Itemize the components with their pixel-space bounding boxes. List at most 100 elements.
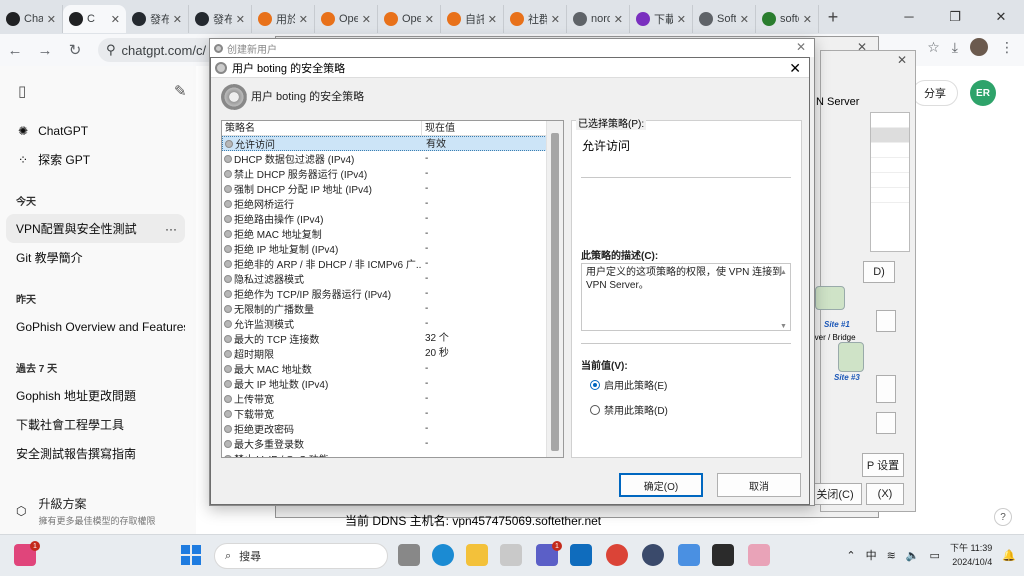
tab-close-icon[interactable]: ✕ xyxy=(111,13,120,26)
terminal-icon[interactable] xyxy=(712,544,734,566)
ok-button[interactable]: 确定(O) xyxy=(619,473,703,497)
policy-row[interactable]: 上传带宽 - xyxy=(222,391,563,406)
profile-avatar[interactable] xyxy=(970,38,988,56)
tab-close-icon[interactable]: ✕ xyxy=(236,13,245,26)
scrollbar-thumb[interactable] xyxy=(551,133,559,451)
policy-row[interactable]: 允许访问 有效 xyxy=(222,136,563,151)
minimize-icon[interactable]: ─ xyxy=(886,0,932,34)
policy-row[interactable]: 超时期限 20 秒 xyxy=(222,346,563,361)
store-icon[interactable] xyxy=(500,544,522,566)
browser-tab[interactable]: SoftE ✕ xyxy=(693,5,756,33)
browser-tab[interactable]: nordv ✕ xyxy=(567,5,630,33)
chat-history-item[interactable]: Gophish 地址更改問題 xyxy=(0,381,185,410)
site-info-icon[interactable]: ⚲ xyxy=(106,42,116,58)
browser-tab[interactable]: C ✕ xyxy=(63,5,126,33)
close-icon[interactable]: ✕ xyxy=(789,60,801,77)
tab-close-icon[interactable]: ✕ xyxy=(173,13,182,26)
cancel-button[interactable]: 取消 xyxy=(717,473,801,497)
sidebar-item-chatgpt[interactable]: ✺ ChatGPT xyxy=(0,116,196,145)
policy-row[interactable]: 禁止 VoIP / QoS 功能 - xyxy=(222,451,563,457)
policy-row[interactable]: 强制 DHCP 分配 IP 地址 (IPv4) - xyxy=(222,181,563,196)
upgrade-plan-button[interactable]: ⬡ 升級方案 擁有更多最佳模型的存取權限 xyxy=(0,488,196,534)
bg-button[interactable] xyxy=(876,412,896,434)
tab-close-icon[interactable]: ✕ xyxy=(47,13,56,26)
browser-tab[interactable]: Open ✕ xyxy=(378,5,441,33)
policy-row[interactable]: 最大 MAC 地址数 - xyxy=(222,361,563,376)
bg-button[interactable] xyxy=(876,375,896,403)
download-icon[interactable]: ⤓ xyxy=(952,39,958,56)
close-icon[interactable]: ✕ xyxy=(897,53,907,67)
tab-close-icon[interactable]: ✕ xyxy=(362,13,371,26)
policy-row[interactable]: 最大 IP 地址数 (IPv4) - xyxy=(222,376,563,391)
menu-icon[interactable]: ⋮ xyxy=(1000,39,1014,56)
policy-row[interactable]: 拒绝网桥运行 - xyxy=(222,196,563,211)
policy-row[interactable]: 下载带宽 - xyxy=(222,406,563,421)
bg-close-button[interactable]: 关闭(C) xyxy=(808,483,862,505)
softether-icon[interactable] xyxy=(748,544,770,566)
policy-list-scrollbar[interactable] xyxy=(546,121,563,457)
sidebar-item-explore-gpt[interactable]: ⁘ 探索 GPT xyxy=(0,145,196,174)
tab-close-icon[interactable]: ✕ xyxy=(488,13,497,26)
task-view-icon[interactable] xyxy=(398,544,420,566)
policy-row[interactable]: 拒绝非的 ARP / 非 DHCP / 非 ICMPv6 广... - xyxy=(222,256,563,271)
taskbar-search[interactable]: ⌕ 搜尋 xyxy=(214,543,388,569)
tab-close-icon[interactable]: ✕ xyxy=(677,13,686,26)
edge-icon[interactable] xyxy=(432,544,454,566)
app-icon[interactable] xyxy=(642,544,664,566)
description-scrollbar[interactable]: ▲ ▼ xyxy=(778,264,790,330)
bookmark-star-icon[interactable]: ☆ xyxy=(927,39,940,56)
tab-close-icon[interactable]: ✕ xyxy=(614,13,623,26)
new-tab-button[interactable]: + xyxy=(819,7,847,28)
column-header-current-value[interactable]: 现在值 xyxy=(422,121,547,135)
column-header-policy-name[interactable]: 策略名 xyxy=(222,121,422,135)
battery-icon[interactable]: ▭ xyxy=(930,549,940,562)
browser-tab[interactable]: 自託 ✕ xyxy=(441,5,504,33)
forward-icon[interactable]: → xyxy=(30,42,60,59)
disable-policy-radio[interactable]: 禁用此策略(D) xyxy=(590,402,668,417)
share-button[interactable]: 分享 xyxy=(912,80,958,106)
notepad-icon[interactable] xyxy=(678,544,700,566)
tab-close-icon[interactable]: ✕ xyxy=(299,13,308,26)
back-icon[interactable]: ← xyxy=(0,42,30,59)
start-icon[interactable] xyxy=(180,544,202,566)
chrome-icon[interactable] xyxy=(606,544,628,566)
scroll-up-icon[interactable]: ▲ xyxy=(780,266,787,279)
mail-icon[interactable] xyxy=(570,544,592,566)
policy-row[interactable]: 最大多重登录数 - xyxy=(222,436,563,451)
sidebar-toggle-icon[interactable]: ▯ xyxy=(18,82,26,100)
chat-history-item[interactable]: 安全測試報告撰寫指南 xyxy=(0,439,185,468)
bg-button-d[interactable]: D) xyxy=(863,261,895,283)
browser-tab[interactable]: 社群 ✕ xyxy=(504,5,567,33)
close-icon[interactable]: ✕ xyxy=(796,40,806,54)
tab-close-icon[interactable]: ✕ xyxy=(740,13,749,26)
new-chat-icon[interactable]: ✎ xyxy=(174,82,187,100)
chevron-up-icon[interactable]: ⌃ xyxy=(846,549,855,562)
policy-row[interactable]: 拒绝 IP 地址复制 (IPv4) - xyxy=(222,241,563,256)
notification-bell-icon[interactable]: 🔔 xyxy=(1002,549,1016,562)
browser-tab[interactable]: softe ✕ xyxy=(756,5,819,33)
close-icon[interactable]: ✕ xyxy=(978,0,1024,34)
help-button[interactable]: ? xyxy=(994,508,1012,526)
bg-list[interactable] xyxy=(870,112,910,252)
policy-row[interactable]: 最大的 TCP 连接数 32 个 xyxy=(222,331,563,346)
speaker-icon[interactable]: 🔈 xyxy=(906,549,920,562)
browser-tab[interactable]: 用於 ✕ xyxy=(252,5,315,33)
policy-list[interactable]: 策略名 现在值 允许访问 有效 DHCP 数据包过滤器 (IPv4) - 禁止 DHCP… xyxy=(221,120,564,458)
bg-exit-button[interactable]: (X) xyxy=(866,483,904,505)
policy-row[interactable]: DHCP 数据包过滤器 (IPv4) - xyxy=(222,151,563,166)
browser-tab[interactable]: 發布 ✕ xyxy=(189,5,252,33)
browser-tab[interactable]: 下載 ✕ xyxy=(630,5,693,33)
close-icon[interactable]: ✕ xyxy=(857,40,867,54)
enable-policy-radio[interactable]: 启用此策略(E) xyxy=(590,377,667,392)
browser-tab[interactable]: ChatG ✕ xyxy=(0,5,63,33)
policy-row[interactable]: 隐私过滤器模式 - xyxy=(222,271,563,286)
chat-history-item[interactable]: 下載社會工程學工具 xyxy=(0,410,185,439)
chat-history-item[interactable]: Git 教學簡介 xyxy=(0,243,185,272)
policy-row[interactable]: 禁止 DHCP 服务器运行 (IPv4) - xyxy=(222,166,563,181)
browser-tab[interactable]: Open ✕ xyxy=(315,5,378,33)
browser-tab[interactable]: 發布 ✕ xyxy=(126,5,189,33)
user-avatar[interactable]: ER xyxy=(970,80,996,106)
tab-close-icon[interactable]: ✕ xyxy=(551,13,560,26)
maximize-icon[interactable]: ❐ xyxy=(932,0,978,34)
bg-settings-button[interactable]: P 设置 xyxy=(862,453,904,477)
